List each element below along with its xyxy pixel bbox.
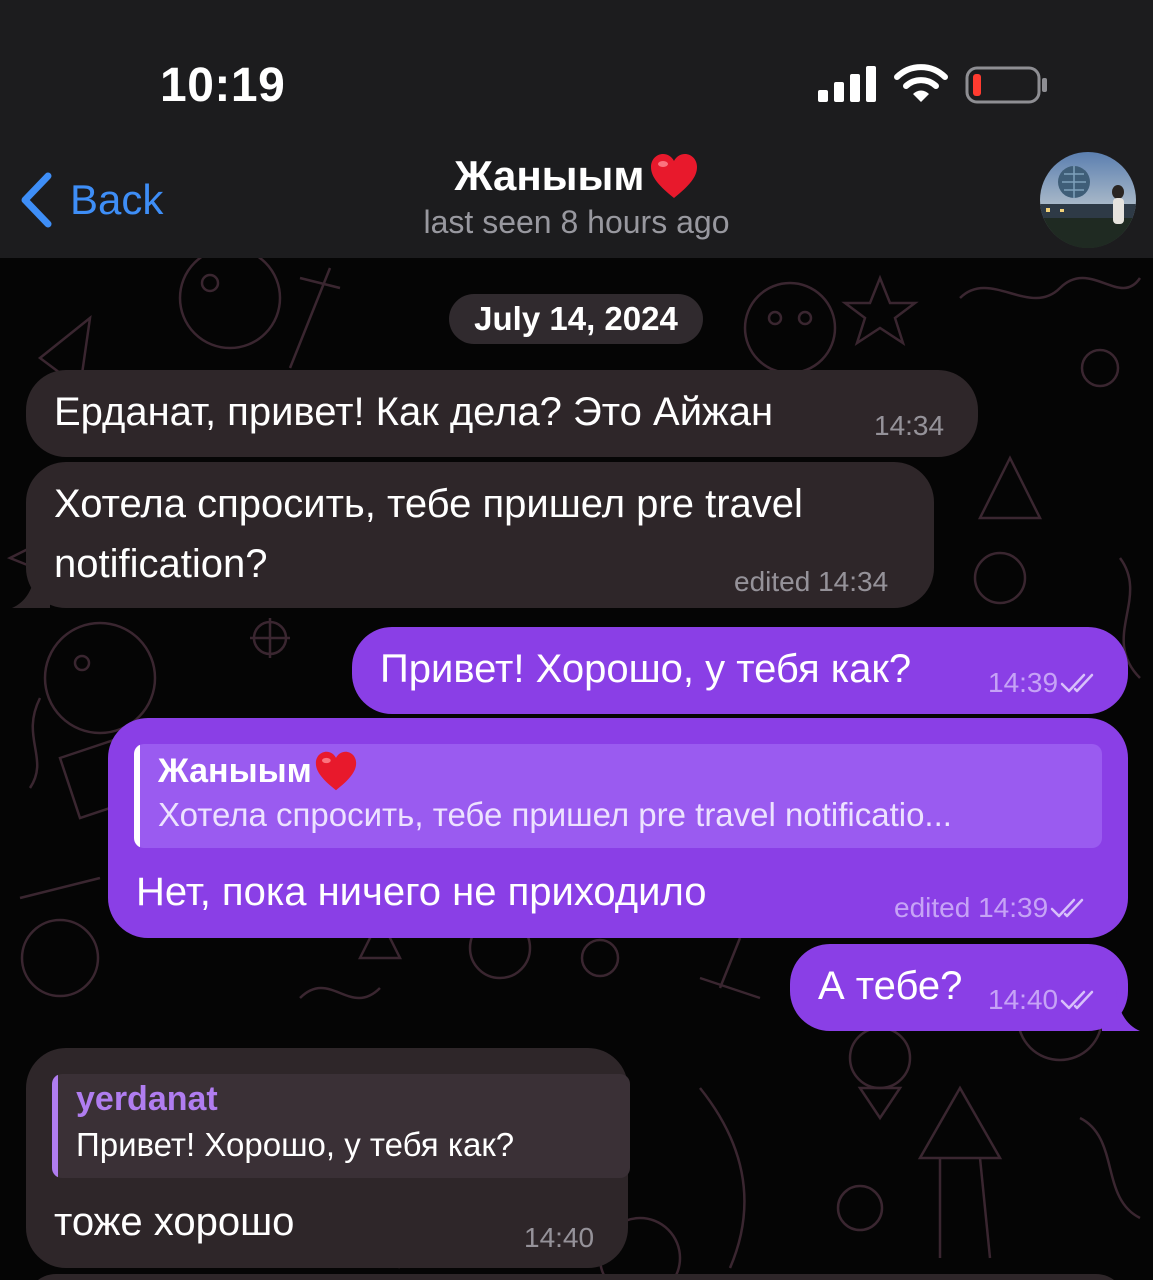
reply-preview[interactable]: Жаныым Хотела спросить, тебе пришел pre … — [134, 744, 1102, 848]
message-time: 14:40 — [988, 984, 1098, 1016]
double-check-icon — [1050, 898, 1084, 918]
status-time: 10:19 — [160, 59, 286, 112]
last-seen-status: last seen 8 hours ago — [423, 204, 730, 240]
contact-avatar[interactable] — [1040, 152, 1136, 248]
bubble-tail — [1102, 991, 1140, 1031]
reply-accent-bar — [134, 744, 140, 848]
reply-author: yerdanat — [76, 1080, 218, 1118]
reply-author: Жаныым — [158, 750, 358, 792]
chat-title: Жаныым — [454, 152, 698, 200]
chat-header-info[interactable]: Жаныым last seen 8 hours ago — [300, 152, 853, 241]
double-check-icon — [1060, 673, 1094, 693]
chat-title-text: Жаныым — [454, 152, 645, 199]
message-time: edited 14:39 — [894, 892, 1088, 924]
date-separator: July 14, 2024 — [449, 294, 703, 344]
message-bubble-incoming[interactable]: Ерданат, привет! Как дела? Это Айжан 14:… — [26, 370, 978, 457]
heart-emoji-icon — [650, 154, 697, 198]
wifi-icon — [894, 64, 948, 102]
message-text-line: notification? — [54, 542, 268, 586]
back-button[interactable]: Back — [18, 170, 163, 230]
message-bubble-outgoing[interactable]: А тебе? 14:40 — [790, 944, 1128, 1031]
message-bubble-outgoing[interactable]: Привет! Хорошо, у тебя как? 14:39 — [352, 627, 1128, 714]
message-list[interactable]: July 14, 2024 Ерданат, привет! Как дела?… — [0, 258, 1153, 1280]
bubble-tail — [12, 568, 50, 608]
back-label: Back — [70, 176, 164, 223]
message-time: 14:39 — [988, 667, 1098, 699]
reply-preview[interactable]: yerdanat Привет! Хорошо, у тебя как? — [52, 1074, 630, 1178]
message-bubble-incoming[interactable]: Хотела спросить, тебе пришел pre travel … — [26, 462, 934, 608]
navigation-header: 10:19 Back Жаныым last seen 8 hours ago — [0, 0, 1153, 258]
message-time-text: 14:40 — [988, 984, 1059, 1015]
back-chevron-icon — [21, 172, 52, 228]
message-bubble-outgoing[interactable]: Жаныым Хотела спросить, тебе пришел pre … — [108, 718, 1128, 938]
message-time-text: edited 14:39 — [894, 892, 1049, 923]
message-time: 14:40 — [524, 1222, 595, 1253]
message-text-line: Хотела спросить, тебе пришел pre travel — [54, 482, 803, 526]
reply-accent-bar — [52, 1074, 58, 1178]
message-text: А тебе? — [818, 964, 963, 1008]
reply-text: Привет! Хорошо, у тебя как? — [76, 1126, 515, 1163]
signal-icon — [818, 66, 876, 102]
message-time: edited 14:34 — [734, 566, 889, 597]
double-check-icon — [1060, 990, 1094, 1010]
message-text: Ерданат, привет! Как дела? Это Айжан — [54, 390, 774, 434]
message-bubble-incoming[interactable] — [26, 1274, 1126, 1280]
battery-icon — [965, 66, 1047, 104]
message-text: Привет! Хорошо, у тебя как? — [380, 647, 912, 691]
message-text: тоже хорошо — [54, 1200, 295, 1244]
message-time: 14:34 — [874, 410, 945, 441]
message-text: Нет, пока ничего не приходило — [136, 870, 707, 914]
message-time-text: 14:39 — [988, 667, 1059, 698]
heart-emoji-icon — [315, 751, 356, 791]
reply-text: Хотела спросить, тебе пришел pre travel … — [158, 796, 952, 833]
reply-author-text: Жаныым — [158, 751, 312, 790]
message-bubble-incoming[interactable]: yerdanat Привет! Хорошо, у тебя как? тож… — [26, 1048, 630, 1268]
